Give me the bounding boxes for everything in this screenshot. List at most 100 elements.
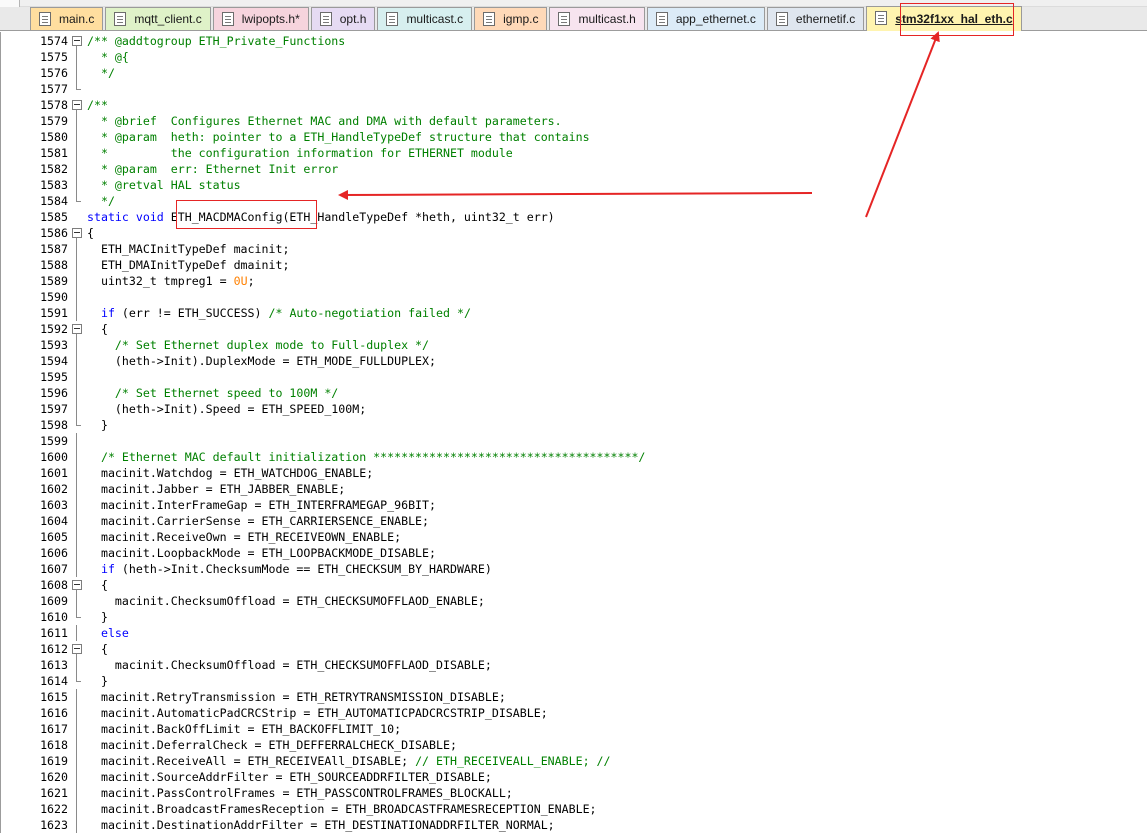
fold-collapse-icon[interactable] bbox=[71, 641, 85, 657]
code-line[interactable]: 1613 macinit.ChecksumOffload = ETH_CHECK… bbox=[1, 657, 1147, 673]
fold-collapse-icon[interactable] bbox=[71, 577, 85, 593]
code-token: macinit.Watchdog = ETH_WATCHDOG_ENABLE; bbox=[87, 466, 374, 480]
code-line[interactable]: 1587 ETH_MACInitTypeDef macinit; bbox=[1, 241, 1147, 257]
code-line[interactable]: 1593 /* Set Ethernet duplex mode to Full… bbox=[1, 337, 1147, 353]
code-line[interactable]: 1609 macinit.ChecksumOffload = ETH_CHECK… bbox=[1, 593, 1147, 609]
fold-guide bbox=[71, 625, 85, 641]
code-keyword: if bbox=[87, 306, 122, 320]
code-line[interactable]: 1580 * @param heth: pointer to a ETH_Han… bbox=[1, 129, 1147, 145]
fold-collapse-icon[interactable] bbox=[71, 97, 85, 113]
code-line[interactable]: 1596 /* Set Ethernet speed to 100M */ bbox=[1, 385, 1147, 401]
code-line[interactable]: 1576 */ bbox=[1, 65, 1147, 81]
line-number: 1618 bbox=[40, 738, 68, 752]
code-line[interactable]: 1598 } bbox=[1, 417, 1147, 433]
fold-collapse-icon[interactable] bbox=[71, 225, 85, 241]
line-number: 1581 bbox=[40, 146, 68, 160]
code-text: /* Set Ethernet duplex mode to Full-dupl… bbox=[87, 337, 429, 353]
code-line[interactable]: 1606 macinit.LoopbackMode = ETH_LOOPBACK… bbox=[1, 545, 1147, 561]
fold-collapse-icon[interactable] bbox=[71, 321, 85, 337]
line-number: 1602 bbox=[40, 482, 68, 496]
code-line[interactable]: 1588 ETH_DMAInitTypeDef dmainit; bbox=[1, 257, 1147, 273]
line-number: 1622 bbox=[40, 802, 68, 816]
code-text: macinit.Watchdog = ETH_WATCHDOG_ENABLE; bbox=[87, 465, 373, 481]
code-line[interactable]: 1617 macinit.BackOffLimit = ETH_BACKOFFL… bbox=[1, 721, 1147, 737]
line-number: 1596 bbox=[40, 386, 68, 400]
code-text: */ bbox=[87, 193, 115, 209]
code-line[interactable]: 1585 static void ETH_MACDMAConfig(ETH_Han… bbox=[1, 209, 1147, 225]
code-line[interactable]: 1611 else bbox=[1, 625, 1147, 641]
line-number: 1623 bbox=[40, 818, 68, 832]
code-line[interactable]: 1592 { bbox=[1, 321, 1147, 337]
fold-guide bbox=[71, 737, 85, 753]
code-editor[interactable]: 1574 /** @addtogroup ETH_Private_Function… bbox=[0, 32, 1147, 833]
code-line[interactable]: 1612 { bbox=[1, 641, 1147, 657]
code-line[interactable]: 1621 macinit.PassControlFrames = ETH_PAS… bbox=[1, 785, 1147, 801]
fold-guide bbox=[71, 145, 85, 161]
code-line[interactable]: 1623 macinit.DestinationAddrFilter = ETH… bbox=[1, 817, 1147, 833]
code-text: if (err != ETH_SUCCESS) /* Auto-negotiat… bbox=[87, 305, 471, 321]
code-line[interactable]: 1595 bbox=[1, 369, 1147, 385]
tab-app-ethernet-c[interactable]: app_ethernet.c bbox=[646, 7, 765, 30]
line-number: 1587 bbox=[40, 242, 68, 256]
code-line[interactable]: 1620 macinit.SourceAddrFilter = ETH_SOUR… bbox=[1, 769, 1147, 785]
code-line[interactable]: 1600 /* Ethernet MAC default initializat… bbox=[1, 449, 1147, 465]
code-line[interactable]: 1615 macinit.RetryTransmission = ETH_RET… bbox=[1, 689, 1147, 705]
code-line[interactable]: 1604 macinit.CarrierSense = ETH_CARRIERS… bbox=[1, 513, 1147, 529]
code-line[interactable]: 1608 { bbox=[1, 577, 1147, 593]
line-number: 1599 bbox=[40, 434, 68, 448]
code-text: * @param err: Ethernet Init error bbox=[87, 161, 338, 177]
code-line[interactable]: 1622 macinit.BroadcastFramesReception = … bbox=[1, 801, 1147, 817]
code-line[interactable]: 1601 macinit.Watchdog = ETH_WATCHDOG_ENA… bbox=[1, 465, 1147, 481]
code-line[interactable]: 1581 * the configuration information for… bbox=[1, 145, 1147, 161]
code-line[interactable]: 1575 * @{ bbox=[1, 49, 1147, 65]
code-text: uint32_t tmpreg1 = 0U; bbox=[87, 273, 255, 289]
tab-main-c[interactable]: main.c bbox=[30, 7, 104, 30]
tab-multicast-c[interactable]: multicast.c bbox=[377, 7, 473, 30]
tab-igmp-c[interactable]: igmp.c bbox=[474, 7, 548, 30]
code-comment: /* Auto-negotiation failed */ bbox=[268, 306, 471, 320]
code-line[interactable]: 1616 macinit.AutomaticPadCRCStrip = ETH_… bbox=[1, 705, 1147, 721]
code-line[interactable]: 1583 * @retval HAL status bbox=[1, 177, 1147, 193]
code-comment: * @brief Configures Ethernet MAC and DMA… bbox=[87, 114, 562, 128]
code-line[interactable]: 1582 * @param err: Ethernet Init error bbox=[1, 161, 1147, 177]
code-comment: * @param heth: pointer to a ETH_HandleTy… bbox=[87, 130, 590, 144]
code-line[interactable]: 1597 (heth->Init).Speed = ETH_SPEED_100M… bbox=[1, 401, 1147, 417]
code-line[interactable]: 1619 macinit.ReceiveAll = ETH_RECEIVEAll… bbox=[1, 753, 1147, 769]
tab-opt-h[interactable]: opt.h bbox=[310, 7, 376, 30]
code-line[interactable]: 1577 bbox=[1, 81, 1147, 97]
code-line[interactable]: 1584 */ bbox=[1, 193, 1147, 209]
code-line[interactable]: 1605 macinit.ReceiveOwn = ETH_RECEIVEOWN… bbox=[1, 529, 1147, 545]
tab-mqtt-client-c[interactable]: mqtt_client.c bbox=[105, 7, 211, 30]
code-text: macinit.SourceAddrFilter = ETH_SOURCEADD… bbox=[87, 769, 492, 785]
code-text: * @{ bbox=[87, 49, 129, 65]
code-line[interactable]: 1603 macinit.InterFrameGap = ETH_INTERFR… bbox=[1, 497, 1147, 513]
code-text: * the configuration information for ETHE… bbox=[87, 145, 513, 161]
tab-lwipopts-h[interactable]: lwipopts.h* bbox=[212, 7, 309, 30]
code-line[interactable]: 1594 (heth->Init).DuplexMode = ETH_MODE_… bbox=[1, 353, 1147, 369]
line-number: 1597 bbox=[40, 402, 68, 416]
code-line[interactable]: 1579 * @brief Configures Ethernet MAC an… bbox=[1, 113, 1147, 129]
code-line[interactable]: 1618 macinit.DeferralCheck = ETH_DEFFERR… bbox=[1, 737, 1147, 753]
tab-ethernetif-c[interactable]: ethernetif.c bbox=[766, 7, 865, 30]
code-token: (heth->Init).DuplexMode = ETH_MODE_FULLD… bbox=[87, 354, 437, 368]
code-line[interactable]: 1599 bbox=[1, 433, 1147, 449]
code-line[interactable]: 1614 } bbox=[1, 673, 1147, 689]
fold-end-marker bbox=[71, 609, 85, 625]
code-token: macinit.ReceiveOwn = ETH_RECEIVEOWN_ENAB… bbox=[87, 530, 402, 544]
code-line[interactable]: 1591 if (err != ETH_SUCCESS) /* Auto-neg… bbox=[1, 305, 1147, 321]
code-line[interactable]: 1586 { bbox=[1, 225, 1147, 241]
line-number: 1620 bbox=[40, 770, 68, 784]
code-line[interactable]: 1602 macinit.Jabber = ETH_JABBER_ENABLE; bbox=[1, 481, 1147, 497]
code-line[interactable]: 1589 uint32_t tmpreg1 = 0U; bbox=[1, 273, 1147, 289]
code-line[interactable]: 1578 /** bbox=[1, 97, 1147, 113]
fold-collapse-icon[interactable] bbox=[71, 33, 85, 49]
line-number: 1600 bbox=[40, 450, 68, 464]
code-line[interactable]: 1590 bbox=[1, 289, 1147, 305]
tab-multicast-h[interactable]: multicast.h bbox=[549, 7, 645, 30]
code-line[interactable]: 1607 if (heth->Init.ChecksumMode == ETH_… bbox=[1, 561, 1147, 577]
code-text: macinit.RetryTransmission = ETH_RETRYTRA… bbox=[87, 689, 506, 705]
code-text: macinit.BroadcastFramesReception = ETH_B… bbox=[87, 801, 597, 817]
code-comment: * @{ bbox=[87, 50, 129, 64]
tab-label: lwipopts.h* bbox=[241, 12, 300, 26]
code-line[interactable]: 1610 } bbox=[1, 609, 1147, 625]
